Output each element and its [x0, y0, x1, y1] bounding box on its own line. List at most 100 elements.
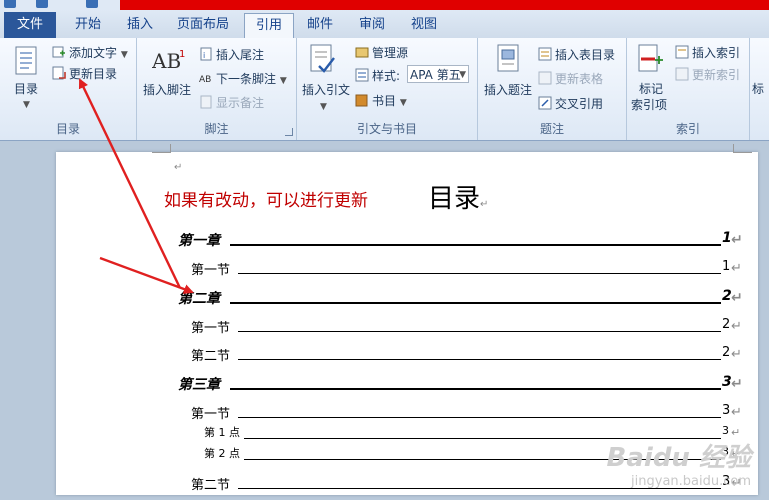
insert-citation-caret[interactable]: ▼ — [320, 98, 327, 112]
paragraph-mark: ↵ — [731, 319, 742, 334]
add-text-button[interactable]: 添加文字 ▼ — [52, 44, 128, 61]
toc-entry[interactable]: 第一节 3 ↵ — [0, 403, 769, 429]
watermark: Baidu 经验 jingyan.baidu.com — [607, 437, 751, 489]
ribbon: 目录 ▼ 添加文字 ▼ 更新目录 目录 AB 1 插入脚注 i 插入尾注 AB 下一条… — [0, 38, 769, 141]
undo-icon[interactable] — [36, 0, 48, 8]
update-toc-button[interactable]: 更新目录 — [52, 65, 117, 82]
toc-entry-page: 3 — [722, 424, 729, 437]
toc-entry-page: 3 — [722, 403, 731, 418]
mark-entry-icon — [635, 44, 665, 77]
toc-entry-label: 第一节 — [191, 321, 231, 336]
group-captions-label: 题注 — [539, 122, 564, 136]
manage-sources-button[interactable]: 管理源 — [355, 44, 408, 61]
update-toc-icon — [52, 66, 66, 80]
tab-review[interactable]: 审阅 — [348, 13, 396, 37]
watermark-logo-text: Baidu 经验 — [606, 443, 751, 473]
bibliography-button[interactable]: 书目 ▼ — [355, 92, 407, 109]
group-captions: 插入题注 插入表目录 更新表格 交叉引用 题注 — [478, 38, 627, 140]
group-citations-label: 引文与书目 — [356, 122, 417, 136]
update-table-button[interactable]: 更新表格 — [538, 70, 603, 87]
paragraph-mark: ↵ — [731, 405, 742, 420]
tab-insert[interactable]: 插入 — [118, 13, 162, 37]
insert-citation-button[interactable]: 插入引文 — [302, 81, 350, 98]
insert-footnote-button[interactable]: 插入脚注 — [143, 81, 191, 98]
insert-index-icon — [675, 45, 689, 59]
insert-table-of-figures-button[interactable]: 插入表目录 — [538, 46, 615, 63]
toc-entry-page: 2 — [722, 345, 731, 360]
group-toc: 目录 ▼ 添加文字 ▼ 更新目录 目录 — [0, 38, 137, 140]
title-highlight — [120, 0, 769, 10]
toc-entry-leader — [238, 353, 721, 360]
redo-icon[interactable] — [86, 0, 98, 8]
paragraph-mark: ↵ — [174, 162, 183, 173]
insert-caption-button[interactable]: 插入题注 — [484, 81, 532, 98]
cross-reference-icon — [538, 96, 552, 110]
toc-entry[interactable]: 第一章 1 ↵ — [0, 230, 769, 256]
show-notes-icon — [199, 95, 213, 109]
toc-dropdown-caret[interactable]: ▼ — [23, 96, 30, 110]
toc-entry-leader — [230, 382, 721, 390]
insert-endnote-icon: i — [199, 47, 213, 61]
svg-text:i: i — [203, 51, 205, 60]
title-bar — [0, 0, 769, 10]
paragraph-mark: ↵ — [731, 261, 742, 276]
toc-entry[interactable]: 第二章 2 ↵ — [0, 288, 769, 314]
page-corner-mark — [733, 144, 752, 153]
cross-reference-button[interactable]: 交叉引用 — [538, 95, 603, 112]
toc-entry-label: 第一章 — [178, 233, 220, 249]
toc-entry-label: 第 1 点 — [204, 426, 240, 439]
toc-title: 目录↵ — [428, 178, 488, 215]
toc-entry-page: 1 — [722, 259, 731, 274]
citation-style-select[interactable]: APA 第五 ▼ — [407, 65, 469, 83]
paragraph-mark: ↵ — [480, 199, 489, 210]
show-notes-button[interactable]: 显示备注 — [199, 94, 264, 111]
update-index-icon — [675, 67, 689, 81]
toc-entry-leader — [238, 411, 721, 418]
partial-group-button[interactable]: 标 — [752, 80, 764, 97]
svg-text:AB: AB — [152, 49, 181, 73]
add-text-icon — [52, 45, 66, 59]
annotation-note: 如果有改动，可以进行更新 — [164, 191, 368, 211]
table-of-figures-icon — [538, 47, 552, 61]
group-toc-label: 目录 — [55, 122, 80, 136]
insert-endnote-button[interactable]: i 插入尾注 — [199, 46, 264, 63]
toc-button[interactable]: 目录 — [14, 80, 38, 97]
update-table-icon — [538, 71, 552, 85]
tab-page-layout[interactable]: 页面布局 — [168, 13, 238, 37]
page-corner-mark — [152, 144, 171, 153]
ribbon-tab-bar: 文件 开始 插入 页面布局 引用 邮件 审阅 视图 — [0, 10, 769, 39]
svg-text:1: 1 — [179, 49, 185, 60]
toc-entry-leader — [230, 296, 721, 304]
paragraph-mark: ↵ — [731, 347, 742, 362]
update-index-button[interactable]: 更新索引 — [675, 66, 740, 83]
toc-entry[interactable]: 第一节 1 ↵ — [0, 259, 769, 285]
toc-entry-leader — [230, 238, 721, 246]
bibliography-icon — [355, 93, 369, 107]
insert-citation-icon — [307, 44, 337, 77]
insert-index-button[interactable]: 插入索引 — [675, 44, 740, 61]
insert-caption-icon — [495, 44, 523, 77]
toc-entry[interactable]: 第一节 2 ↵ — [0, 317, 769, 343]
manage-sources-icon — [355, 45, 369, 59]
mark-entry-button-line1[interactable]: 标记 — [639, 80, 663, 97]
tab-file[interactable]: 文件 — [4, 12, 56, 38]
group-index: 标记 索引项 插入索引 更新索引 索引 — [627, 38, 750, 140]
footnotes-dialog-launcher[interactable] — [285, 128, 293, 136]
mark-entry-button-line2[interactable]: 索引项 — [631, 96, 667, 113]
tab-mailings[interactable]: 邮件 — [298, 13, 342, 37]
save-icon[interactable] — [4, 0, 16, 8]
next-footnote-button[interactable]: AB 下一条脚注 ▼ — [199, 70, 287, 87]
toc-entry-label: 第一节 — [191, 263, 231, 278]
group-citations: 插入引文 ▼ 管理源 样式: APA 第五 ▼ 书目 ▼ 引文与书目 — [297, 38, 478, 140]
toc-entry-label: 第 2 点 — [204, 447, 240, 460]
toc-entry[interactable]: 第三章 3 ↵ — [0, 374, 769, 400]
tab-view[interactable]: 视图 — [402, 13, 446, 37]
svg-text:AB: AB — [199, 75, 211, 85]
paragraph-mark: ↵ — [731, 290, 743, 306]
tab-home[interactable]: 开始 — [64, 13, 112, 37]
tab-references[interactable]: 引用 — [244, 13, 294, 39]
toc-entry-page: 2 — [722, 317, 731, 332]
next-footnote-icon: AB — [199, 71, 213, 85]
toc-entry[interactable]: 第二节 2 ↵ — [0, 345, 769, 371]
toc-entry-label: 第一节 — [191, 407, 231, 422]
